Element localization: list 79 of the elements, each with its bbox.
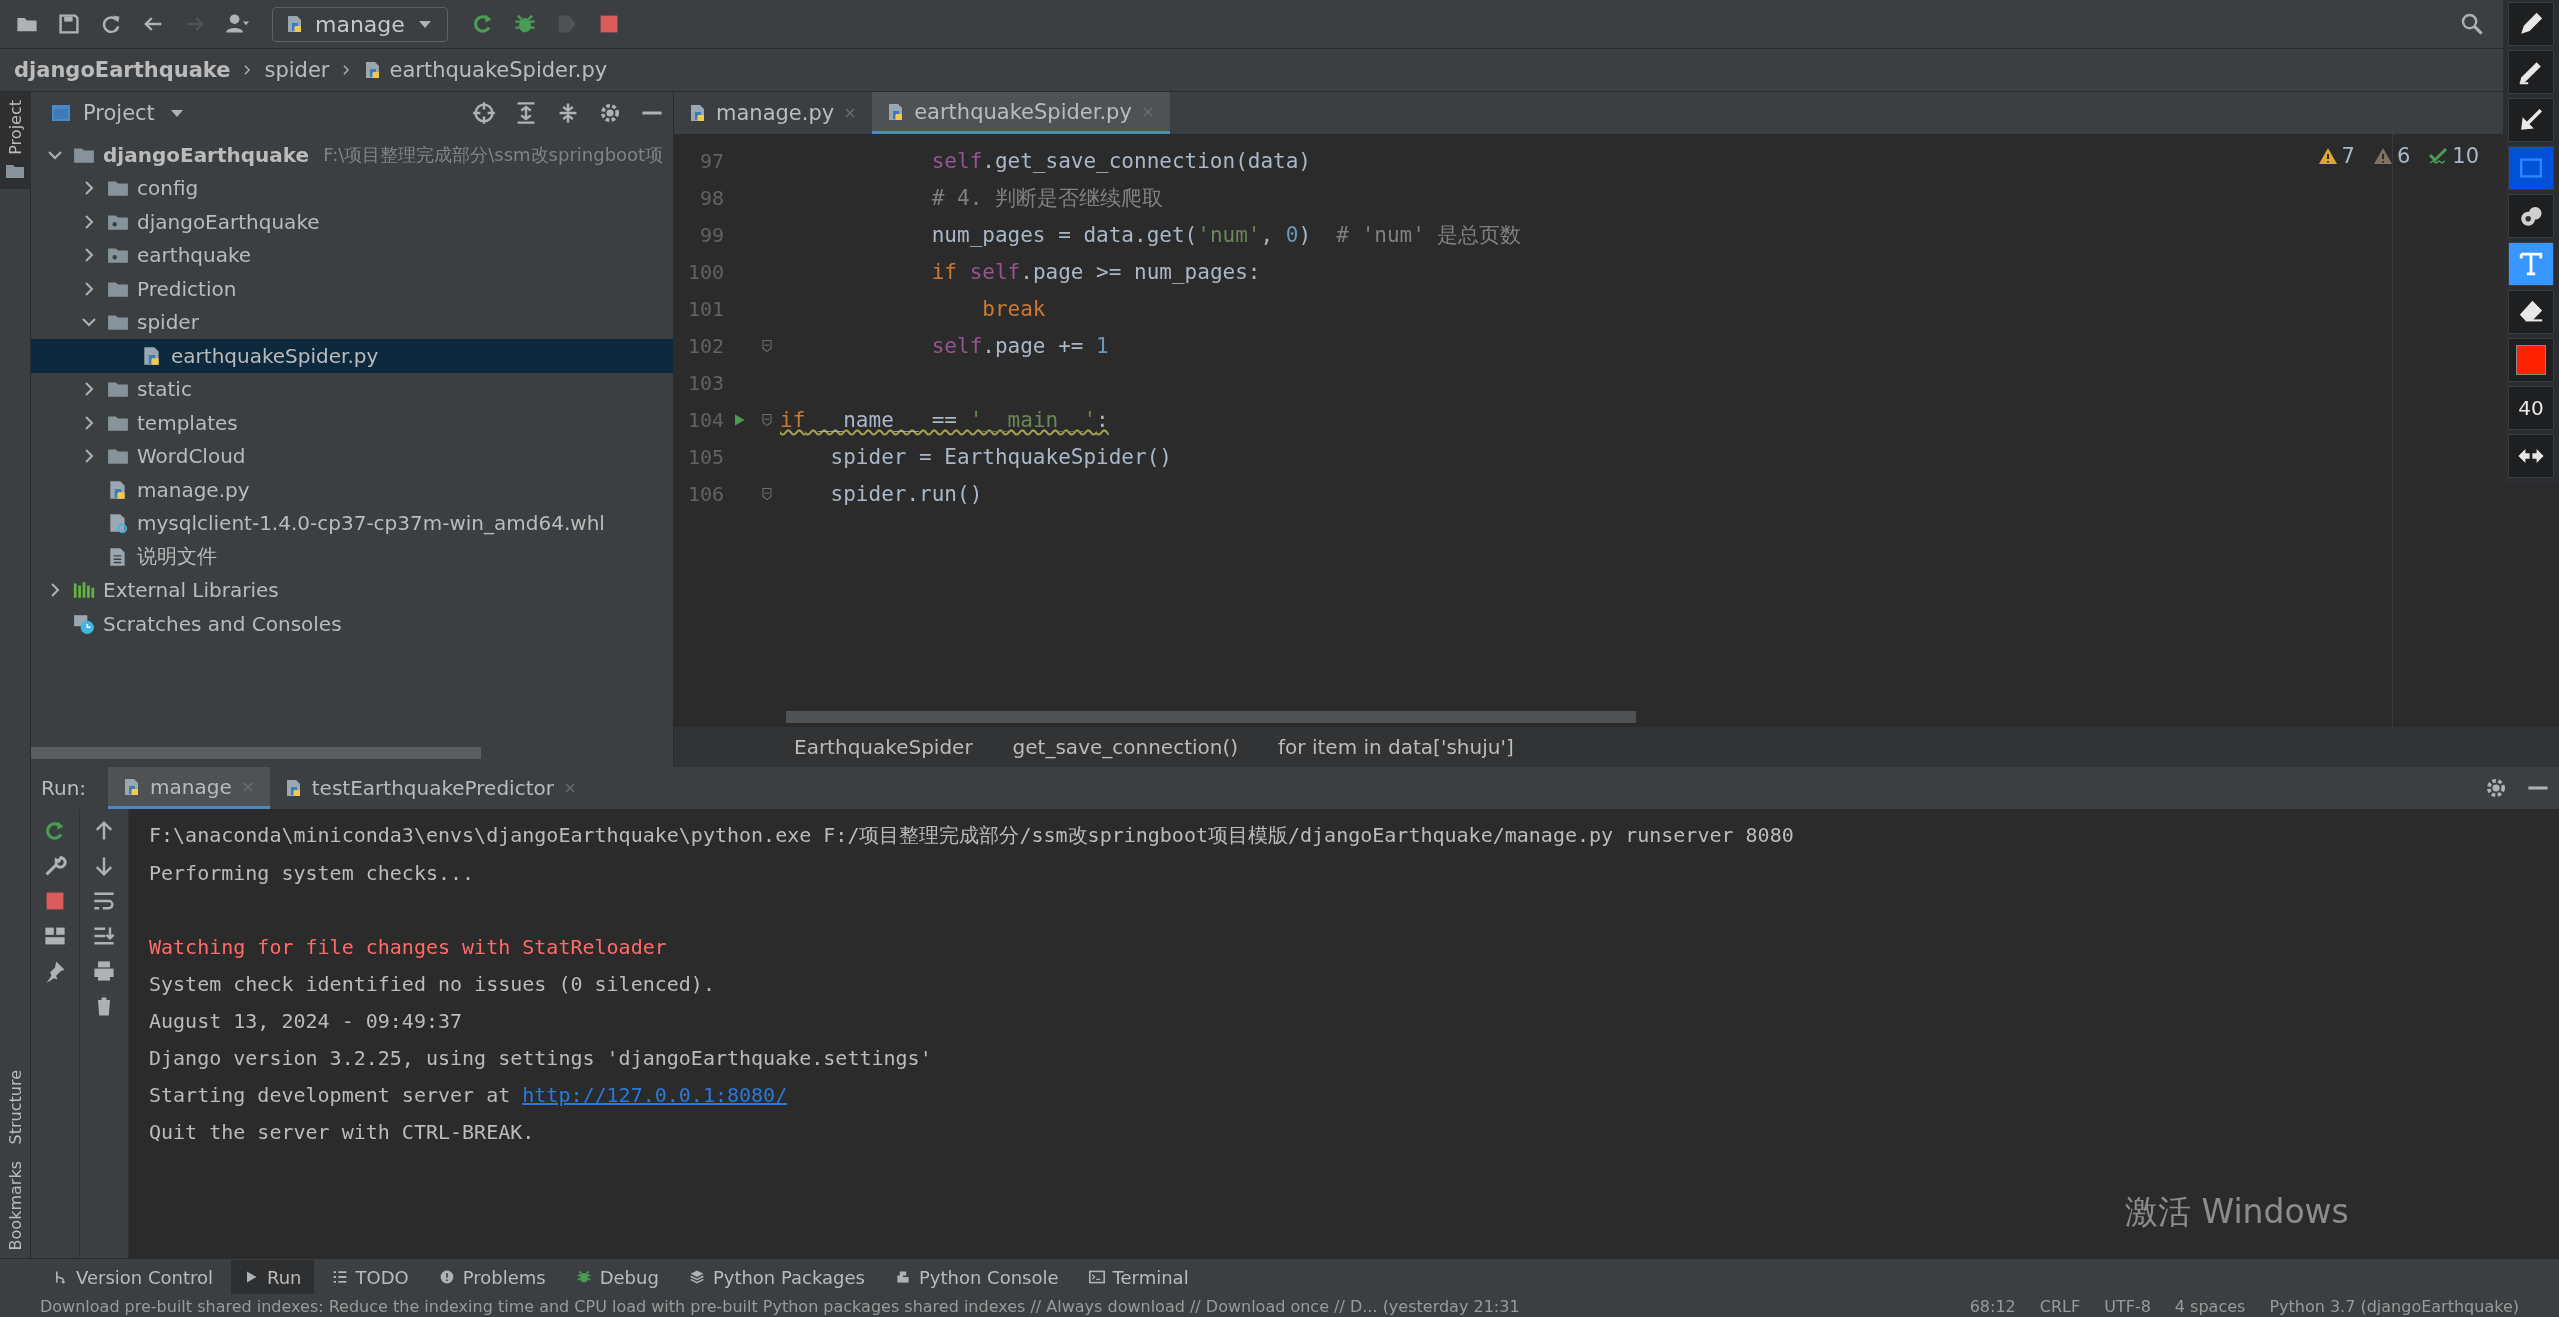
inspection-count[interactable]: 10 [2428, 144, 2479, 168]
project-path: F:\项目整理完成部分\ssm改springboot项 [323, 142, 664, 167]
run-tab[interactable]: manage [108, 767, 270, 809]
line-number: 103 [686, 370, 724, 395]
tree-item[interactable]: Prediction [31, 272, 673, 306]
run-tab[interactable]: testEarthquakePredictor [269, 767, 592, 809]
line-number: 99 [698, 222, 724, 247]
breadcrumb-item[interactable]: get_save_connection() [1012, 735, 1239, 759]
breadcrumb-item[interactable]: EarthquakeSpider [794, 735, 973, 759]
tree-item[interactable]: spider [31, 305, 673, 339]
tree-item[interactable]: djangoEarthquake [31, 205, 673, 239]
link[interactable]: http://127.0.0.1:8080/ [522, 1082, 788, 1107]
tree-item[interactable]: Scratches and Consoles [31, 607, 673, 641]
tool-window-button[interactable]: Debug [563, 1260, 671, 1294]
code-line: self.get_save_connection(data) [930, 148, 1312, 173]
tree-item[interactable]: 说明文件 [31, 540, 673, 574]
code-line: spider = EarthquakeSpider() [829, 444, 1172, 469]
code-line: break [981, 296, 1046, 321]
line-number: 98 [698, 185, 724, 210]
console-line: Performing system checks... [149, 860, 475, 885]
status-item[interactable]: Python 3.7 (djangoEarthquake) [2269, 1296, 2519, 1316]
tree-item[interactable]: mysqlclient-1.4.0-cp37-cp37m-win_amd64.whl [31, 506, 673, 540]
file-tab[interactable]: earthquakeSpider.py [872, 92, 1170, 134]
breadcrumb-item[interactable]: for item in data['shuju'] [1278, 735, 1514, 759]
console-line: Django version 3.2.25, using settings 'djangoEarthquake.settings' [149, 1045, 932, 1070]
breadcrumb-item[interactable]: djangoEarthquake [14, 58, 231, 82]
code-line: self.page += 1 [930, 333, 1109, 358]
side-tab[interactable]: Structure [0, 1062, 30, 1153]
inspection-count[interactable]: 7 [2317, 144, 2355, 168]
activation-notice: 激活 Windows [2125, 1192, 2349, 1231]
status-message: Download pre-built shared indexes: Reduce the indexing time and CPU load with pre-built Python packages shared indexes // Always download // Download once // D... (yesterday 21:31 [40, 1296, 1520, 1316]
code-line: spider.run() [829, 481, 983, 506]
console-text: Starting development server at [149, 1082, 512, 1107]
line-number: 104 [686, 407, 724, 432]
run-config-dropdown[interactable]: manage [272, 6, 448, 42]
code-line: # 4. 判断是否继续爬取 [930, 184, 1163, 212]
status-item[interactable]: 4 spaces [2174, 1296, 2246, 1316]
line-number: 100 [686, 259, 724, 284]
side-tab[interactable]: Project [0, 92, 30, 189]
status-item[interactable]: UTF-8 [2104, 1296, 2151, 1316]
status-item[interactable]: CRLF [2039, 1296, 2081, 1316]
breadcrumb-item[interactable]: earthquakeSpider.py [363, 58, 608, 82]
line-number: 105 [686, 444, 724, 469]
console-line: Quit the server with CTRL-BREAK. [149, 1119, 535, 1144]
line-number: 106 [686, 481, 724, 506]
console-line: Watching for file changes with StatReloader [149, 934, 667, 959]
status-item[interactable]: 68:12 [1969, 1296, 2016, 1316]
code-line: if self.page >= num_pages: [930, 259, 1261, 284]
tool-window-button[interactable]: Version Control [40, 1260, 225, 1294]
console-line: August 13, 2024 - 09:49:37 [149, 1008, 463, 1033]
panel-title: Run: [41, 776, 87, 800]
breadcrumb-item[interactable]: spider [264, 58, 330, 82]
tool-window-button[interactable]: Python Console [883, 1260, 1071, 1294]
tree-item[interactable]: earthquakeSpider.py [31, 339, 673, 373]
line-number: 97 [698, 148, 724, 173]
tree-item[interactable]: static [31, 372, 673, 406]
tree-item[interactable]: earthquake [31, 238, 673, 272]
tool-window-button[interactable]: TODO [319, 1260, 421, 1294]
tree-item[interactable]: djangoEarthquake F:\项目整理完成部分\ssm改springboot项 [31, 138, 673, 172]
console-line: F:\anaconda\miniconda3\envs\djangoEarthquake\python.exe F:/项目整理完成部分/ssm改springboot项目模版/djangoEarthquake/manage.py runserver 8080 [149, 822, 1794, 849]
line-number: 101 [686, 296, 724, 321]
size-field[interactable]: 40 [2508, 386, 2554, 430]
code-line: if __name__ == '__main__': [780, 407, 1109, 432]
panel-title-dropdown[interactable]: Project [51, 101, 187, 125]
line-number: 102 [686, 333, 724, 358]
tree-item[interactable]: WordCloud [31, 439, 673, 473]
tree-item[interactable]: External Libraries [31, 573, 673, 607]
tool-window-button[interactable]: Python Packages [676, 1260, 877, 1294]
tool-window-button[interactable]: Terminal [1076, 1260, 1201, 1294]
side-tab[interactable]: Bookmarks [0, 1152, 30, 1258]
tree-item[interactable]: manage.py [31, 473, 673, 507]
inspection-count[interactable]: 6 [2372, 144, 2411, 168]
file-tab[interactable]: manage.py [674, 92, 873, 134]
tool-window-button[interactable]: Problems [426, 1260, 558, 1294]
tool-window-button[interactable]: Run [231, 1260, 314, 1294]
tree-item[interactable]: templates [31, 406, 673, 440]
console-line: System check identified no issues (0 silenced). [149, 971, 715, 996]
tree-item[interactable]: config [31, 171, 673, 205]
code-line: num_pages = data.get('num', 0) # 'num' 是总页数 [930, 221, 1522, 249]
